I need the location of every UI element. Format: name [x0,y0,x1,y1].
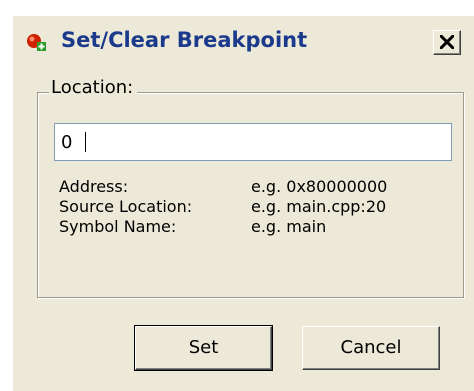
text-caret [85,132,86,152]
breakpoint-dialog: Set/Clear Breakpoint Location: Address: … [13,16,474,391]
hint-example: e.g. main [251,217,327,236]
breakpoint-icon [26,33,46,53]
set-button[interactable]: Set [135,326,272,370]
hint-label: Symbol Name: [59,217,177,236]
hint-label: Source Location: [59,197,193,216]
hint-label: Address: [59,177,129,196]
hint-example: e.g. main.cpp:20 [251,197,387,216]
location-input[interactable] [54,123,452,161]
cancel-button[interactable]: Cancel [302,326,440,370]
location-group-label: Location: [49,77,138,99]
hint-example: e.g. 0x80000000 [251,177,388,196]
dialog-title: Set/Clear Breakpoint [61,28,308,52]
title-bar[interactable]: Set/Clear Breakpoint [13,16,474,65]
close-button[interactable] [433,30,461,55]
